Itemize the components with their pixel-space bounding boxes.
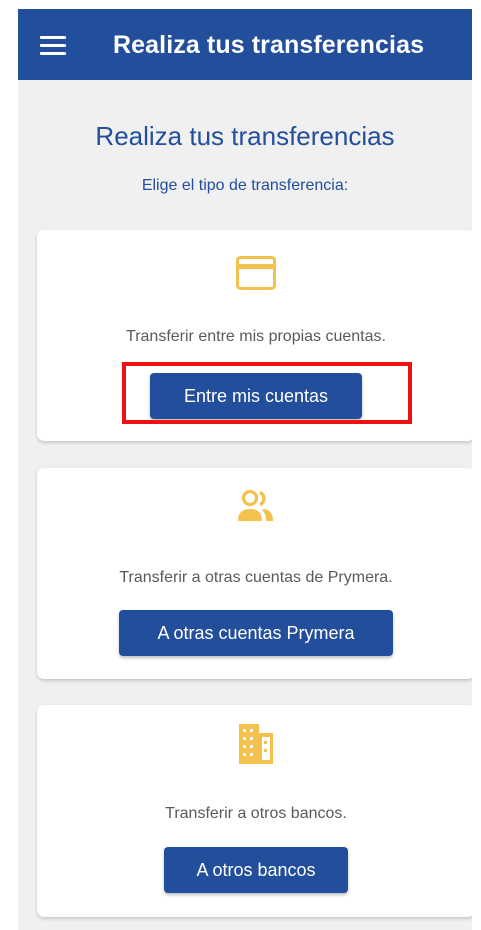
- credit-card-icon: [236, 253, 276, 293]
- other-banks-button[interactable]: A otros bancos: [164, 847, 348, 893]
- transfer-own-description: Transferir entre mis propias cuentas.: [126, 328, 386, 345]
- app-screen: Realiza tus transferencias Realiza tus t…: [18, 9, 472, 930]
- prymera-accounts-button[interactable]: A otras cuentas Prymera: [119, 610, 393, 656]
- building-icon: [239, 724, 273, 764]
- transfer-card-other-banks: Transferir a otros bancos. A otros banco…: [37, 705, 472, 917]
- own-accounts-button[interactable]: Entre mis cuentas: [150, 373, 362, 419]
- people-icon: [238, 489, 274, 523]
- app-bar: Realiza tus transferencias: [18, 9, 472, 80]
- page-title: Realiza tus transferencias: [95, 121, 395, 151]
- app-bar-title: Realiza tus transferencias: [113, 31, 425, 59]
- hamburger-menu-icon[interactable]: [40, 36, 68, 56]
- transfer-prymera-description: Transferir a otras cuentas de Prymera.: [119, 569, 393, 586]
- page-subtitle: Elige el tipo de transferencia:: [141, 177, 349, 194]
- transfer-banks-description: Transferir a otros bancos.: [165, 805, 347, 822]
- transfer-card-prymera-accounts: Transferir a otras cuentas de Prymera. A…: [37, 468, 472, 679]
- transfer-card-own-accounts: Transferir entre mis propias cuentas. En…: [37, 230, 472, 441]
